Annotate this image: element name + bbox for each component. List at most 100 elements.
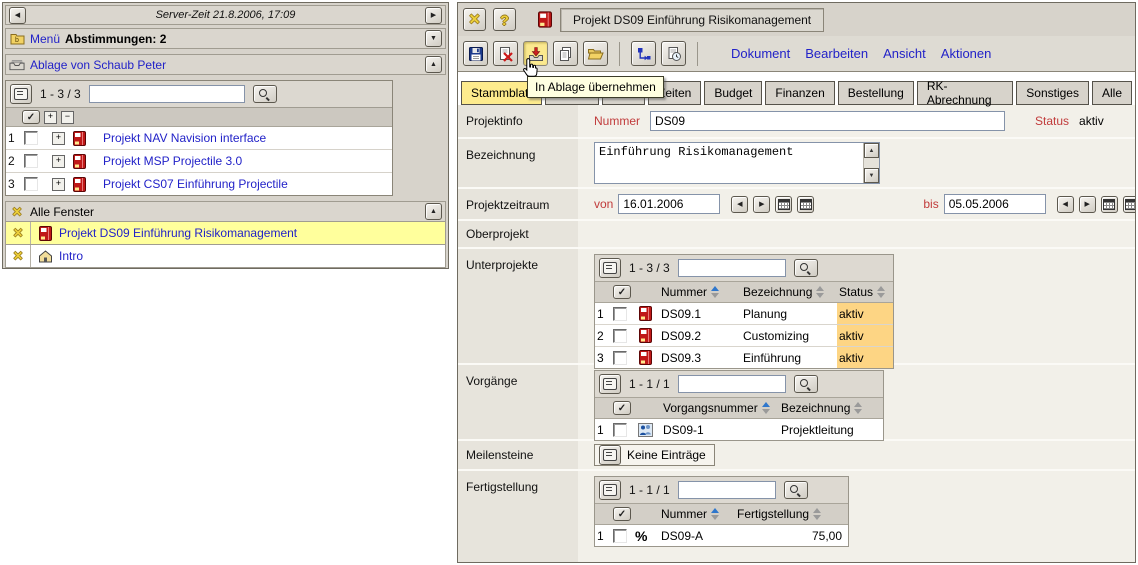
workflow-button[interactable] (631, 41, 656, 66)
tab-sonstiges[interactable]: Sonstiges (1016, 81, 1089, 105)
row-checkbox[interactable] (613, 529, 627, 543)
collapse-button[interactable]: ▲ (425, 203, 442, 220)
scroll-up-button[interactable]: ▲ (864, 143, 879, 158)
table-search-button[interactable] (794, 259, 818, 277)
table-search-input[interactable] (678, 375, 786, 393)
column-header[interactable]: Status (837, 282, 893, 303)
menu-bearbeiten[interactable]: Bearbeiten (805, 46, 868, 61)
cell-nummer[interactable]: DS09-A (659, 525, 735, 546)
table-search-input[interactable] (678, 481, 776, 499)
window-link[interactable]: Intro (59, 249, 83, 263)
window-item[interactable]: ✕ Intro (5, 245, 446, 268)
window-item-active[interactable]: ✕ Projekt DS09 Einführung Risikomanageme… (5, 222, 446, 245)
table-search-button[interactable] (784, 481, 808, 499)
row-checkbox[interactable] (613, 329, 627, 343)
collapse-button[interactable]: ▲ (425, 56, 442, 73)
menu-link[interactable]: Menü (30, 32, 60, 46)
cell-nummer[interactable]: DS09.2 (659, 325, 741, 347)
sort-icon[interactable] (816, 286, 824, 298)
row-checkbox[interactable] (24, 154, 38, 168)
row-checkbox[interactable] (613, 351, 627, 365)
sort-icon[interactable] (711, 508, 719, 520)
project-link[interactable]: Projekt NAV Navision interface (103, 131, 266, 145)
column-header[interactable]: Nummer (659, 282, 741, 303)
tab-bestellung[interactable]: Bestellung (838, 81, 914, 105)
window-link[interactable]: Projekt DS09 Einführung Risikomanagement (59, 226, 297, 240)
tab-finanzen[interactable]: Finanzen (765, 81, 834, 105)
history-button[interactable] (661, 41, 686, 66)
bezeichnung-textarea[interactable]: Einführung Risikomanagement ▲ ▼ (594, 142, 880, 184)
list-menu-button[interactable] (599, 258, 621, 278)
table-search-button[interactable] (794, 375, 818, 393)
project-link[interactable]: Projekt CS07 Einführung Projectile (103, 177, 288, 191)
row-checkbox[interactable] (24, 177, 38, 191)
menu-dokument[interactable]: Dokument (731, 46, 790, 61)
column-header[interactable]: Bezeichnung (741, 282, 837, 303)
cell-nummer[interactable]: DS09.1 (659, 303, 741, 325)
calendar-button[interactable] (1101, 196, 1118, 213)
take-to-ablage-button[interactable] (523, 41, 548, 66)
menu-ansicht[interactable]: Ansicht (883, 46, 926, 61)
sort-icon[interactable] (711, 286, 719, 298)
row-checkbox[interactable] (613, 423, 627, 437)
project-link[interactable]: Projekt MSP Projectile 3.0 (103, 154, 242, 168)
column-header[interactable]: Nummer (659, 504, 735, 525)
menu-aktionen[interactable]: Aktionen (941, 46, 992, 61)
date-prev-button[interactable]: ◀ (1057, 196, 1074, 213)
close-document-button[interactable]: ✕ (463, 8, 486, 31)
calendar-button[interactable] (1123, 196, 1135, 213)
check-all-button[interactable]: ✓ (22, 110, 40, 124)
expand-node-button[interactable]: + (52, 132, 65, 145)
date-prev-button[interactable]: ◀ (731, 196, 748, 213)
nummer-input[interactable] (650, 111, 1005, 131)
sort-icon[interactable] (813, 508, 821, 520)
ablage-link[interactable]: Ablage von Schaub Peter (30, 58, 166, 72)
field-area: 1 - 1 / 1 ✓ Nummer Fertigstellung 1 % DS (578, 471, 1135, 562)
help-button[interactable]: ? (493, 8, 516, 31)
textarea-scrollbar[interactable]: ▲ ▼ (863, 143, 879, 183)
list-menu-button[interactable] (10, 84, 32, 104)
row-checkbox[interactable] (24, 131, 38, 145)
scroll-left-button[interactable]: ◀ (9, 7, 26, 24)
expand-all-button[interactable]: + (44, 111, 57, 124)
bis-date-input[interactable] (944, 194, 1046, 214)
check-all-button[interactable]: ✓ (613, 285, 631, 299)
delete-button[interactable] (493, 41, 518, 66)
cell-vorgangsnummer[interactable]: DS09-1 (661, 419, 779, 440)
date-next-button[interactable]: ▶ (753, 196, 770, 213)
column-header[interactable]: Vorgangsnummer (661, 398, 779, 419)
table-search-input[interactable] (678, 259, 786, 277)
scroll-right-button[interactable]: ▶ (425, 7, 442, 24)
list-search-input[interactable] (89, 85, 245, 103)
open-folder-button[interactable] (583, 41, 608, 66)
column-header[interactable]: Fertigstellung (735, 504, 848, 525)
check-all-button[interactable]: ✓ (613, 507, 631, 521)
close-window-button[interactable]: ✕ (6, 222, 31, 244)
sort-icon[interactable] (877, 286, 885, 298)
list-menu-button[interactable] (599, 374, 621, 394)
column-header[interactable]: Bezeichnung (779, 398, 883, 419)
calendar-button[interactable] (797, 196, 814, 213)
field-label: Meilensteine (458, 441, 578, 469)
tab-budget[interactable]: Budget (704, 81, 762, 105)
check-all-button[interactable]: ✓ (613, 401, 631, 415)
von-date-input[interactable] (618, 194, 720, 214)
list-search-button[interactable] (253, 85, 277, 103)
list-menu-button[interactable] (599, 445, 621, 465)
close-window-button[interactable]: ✕ (6, 245, 31, 267)
row-checkbox[interactable] (613, 307, 627, 321)
list-menu-button[interactable] (599, 480, 621, 500)
sort-icon[interactable] (854, 402, 862, 414)
scroll-down-button[interactable]: ▼ (864, 168, 879, 183)
calendar-button[interactable] (775, 196, 792, 213)
sort-icon[interactable] (762, 402, 770, 414)
menu-dropdown-button[interactable]: ▼ (425, 30, 442, 47)
expand-node-button[interactable]: + (52, 178, 65, 191)
save-button[interactable] (463, 41, 488, 66)
tab-alle[interactable]: Alle (1092, 81, 1132, 105)
tab-rk-abrechnung[interactable]: RK-Abrechnung (917, 81, 1013, 105)
collapse-all-button[interactable]: − (61, 111, 74, 124)
copy-button[interactable] (553, 41, 578, 66)
date-next-button[interactable]: ▶ (1079, 196, 1096, 213)
expand-node-button[interactable]: + (52, 155, 65, 168)
